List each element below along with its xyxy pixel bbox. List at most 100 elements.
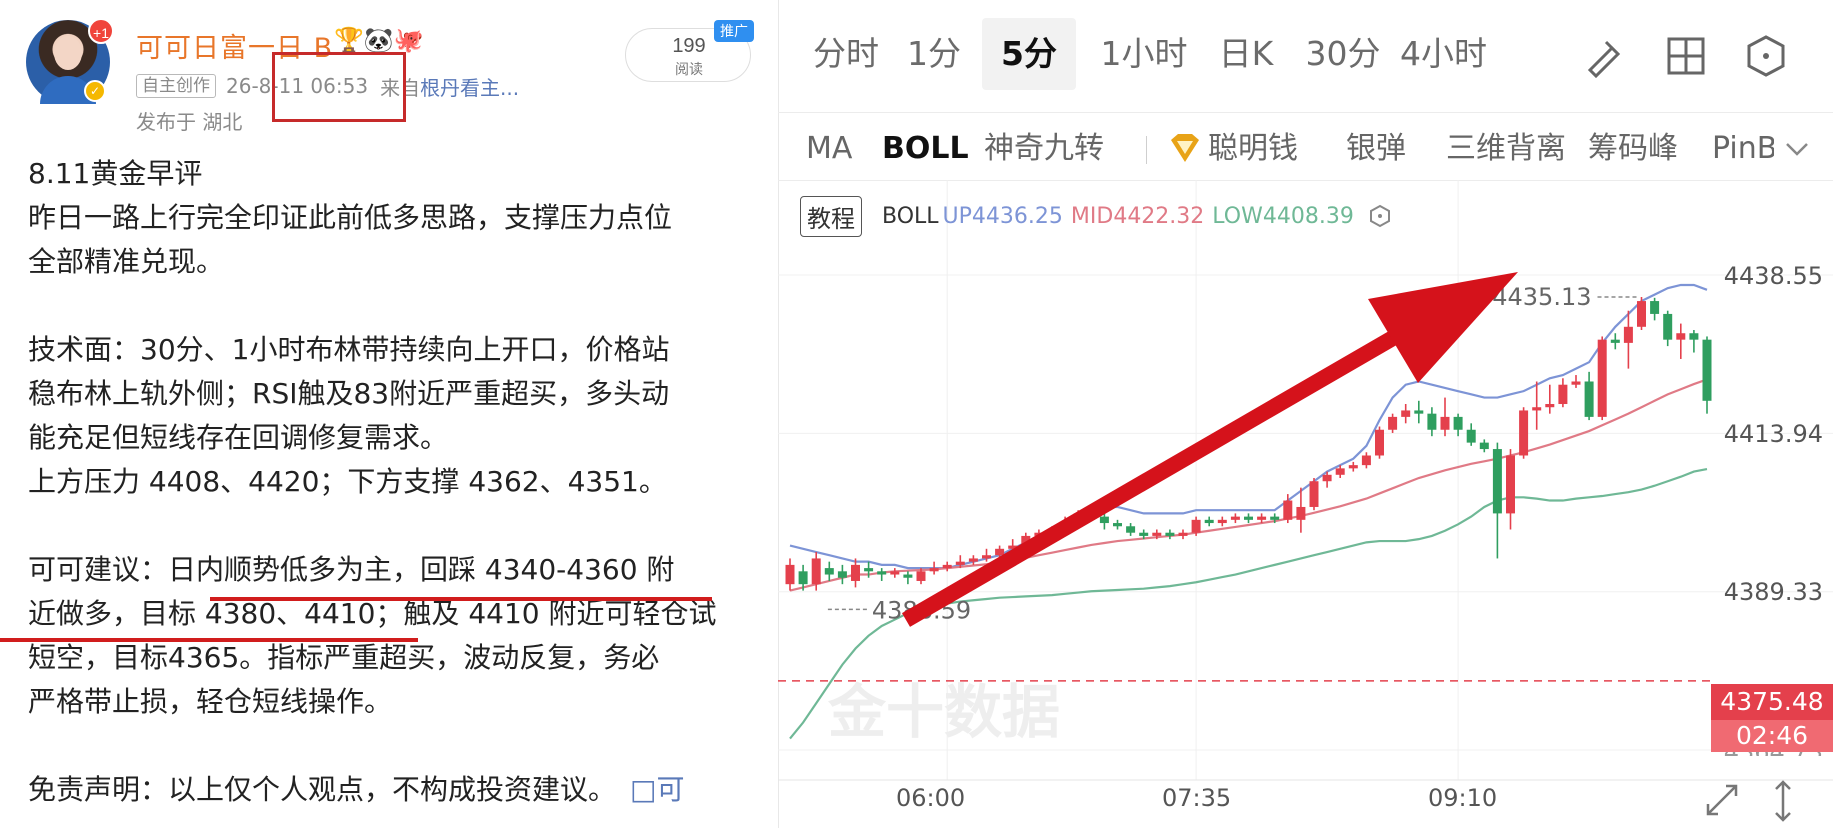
candle (1440, 397, 1450, 437)
post-panel: +1 ✓ 可可日富一日 B 🏆🐼🐙 自主创作 26-8-11 06:53 来自 … (0, 0, 778, 828)
candle-body (1309, 481, 1319, 507)
red-underline (0, 638, 418, 642)
candle (1532, 381, 1542, 430)
candle (1545, 384, 1555, 414)
candle (1126, 523, 1136, 536)
candle (1519, 407, 1529, 459)
notification-badge: +1 (88, 18, 114, 44)
candle (1375, 426, 1384, 459)
disclaimer: 免责声明：以上仅个人观点，不构成投资建议。 □可 (28, 768, 768, 812)
candle (1244, 513, 1253, 524)
tutorial-button[interactable]: 教程 (800, 195, 862, 237)
vertical-resize-icon[interactable] (1768, 778, 1798, 824)
candle-body (1492, 449, 1502, 514)
draw-icon[interactable] (1582, 34, 1626, 78)
candle-body (1479, 442, 1489, 450)
candle-body (1230, 516, 1240, 520)
candle (1506, 449, 1515, 530)
candle-body (1637, 301, 1646, 327)
candle (1689, 330, 1699, 353)
indicator-smart-money[interactable]: 聪明钱 (1208, 118, 1298, 180)
candle (877, 568, 887, 581)
boll-mid-line (789, 378, 1708, 592)
candle (824, 561, 834, 581)
candle (851, 558, 860, 588)
candle-body (1532, 407, 1542, 411)
candle (1479, 439, 1489, 453)
legend-low: LOW4408.39 (1212, 203, 1354, 229)
share-link[interactable]: □可 (630, 773, 684, 806)
candle (903, 571, 913, 585)
expand-icon[interactable] (1702, 780, 1742, 820)
candle (929, 561, 939, 575)
chevron-down-icon[interactable] (1784, 140, 1810, 158)
tab-30min[interactable]: 30分 (1296, 18, 1390, 90)
indicator-pinb[interactable]: PinB (1712, 118, 1774, 180)
candle (1584, 371, 1594, 421)
indicator-magic-nine[interactable]: 神奇九转 (984, 118, 1104, 180)
post-line: 稳布林上轨外侧；RSI触及83附近严重超买，多头动 (28, 377, 670, 410)
legend-settings-icon[interactable] (1368, 204, 1392, 228)
indicator-ma[interactable]: MA (806, 118, 852, 180)
candle-body (1361, 455, 1371, 466)
candle-body (1152, 532, 1162, 536)
tab-1hour[interactable]: 1小时 (1092, 18, 1196, 90)
trend-arrow (901, 272, 1518, 627)
candle-body (851, 564, 860, 581)
candle-body (837, 571, 847, 578)
ad-badge: 推广 (714, 20, 754, 42)
candle-body (1466, 429, 1476, 443)
post-line: 昨日一路上行完全印证此前低多思路，支撑压力点位 (28, 201, 673, 234)
candle-body (864, 568, 874, 572)
tab-fenshi[interactable]: 分时 (806, 18, 886, 90)
candle-body (1545, 404, 1555, 408)
candle-body (1506, 455, 1515, 514)
candle-body (1702, 339, 1712, 401)
candlestick-chart[interactable]: 金十数据 4435.134386.59 (778, 180, 1833, 828)
candle-body (1126, 526, 1136, 533)
candle (1597, 336, 1607, 421)
candle (1663, 310, 1673, 347)
tab-4hour[interactable]: 4小时 (1400, 18, 1494, 90)
source-link[interactable]: 根丹看主... (420, 72, 519, 101)
tab-1min[interactable]: 1分 (902, 18, 966, 90)
candle-body (995, 548, 1005, 556)
time-highlight-box (272, 52, 406, 122)
candle-body (1623, 326, 1633, 343)
candle-body (1322, 474, 1332, 482)
candle-body (1571, 381, 1581, 385)
indicator-chip-peak[interactable]: 筹码峰 (1588, 118, 1678, 180)
candle-body (1270, 516, 1280, 520)
tab-daily[interactable]: 日K (1212, 18, 1280, 90)
candle (1414, 400, 1424, 424)
candle (1427, 407, 1437, 437)
candle-body (890, 571, 900, 575)
candle-body (1217, 519, 1227, 524)
candle-body (1257, 516, 1267, 520)
candle-body (968, 558, 978, 562)
candle-body (1453, 416, 1463, 430)
candle-body (1244, 516, 1253, 520)
indicator-3d-divergence[interactable]: 三维背离 (1446, 118, 1566, 180)
author-avatar[interactable]: +1 ✓ (26, 18, 114, 104)
indicator-silver-bullet[interactable]: 银弹 (1346, 118, 1406, 180)
candle (1230, 513, 1240, 524)
indicator-boll[interactable]: BOLL (882, 118, 969, 180)
x-tick-label: 09:10 (1428, 784, 1498, 812)
post-line: 可可建议：日内顺势低多为主，回踩 4340-4360 附 (28, 553, 675, 586)
post-line: 严格带止损，轻仓短线操作。 (28, 685, 393, 718)
candle (1453, 413, 1463, 437)
current-price-tag: 4375.48 (1711, 684, 1833, 720)
candle-body (1191, 519, 1201, 533)
candle-body (1689, 333, 1699, 340)
boll-legend: 教程 BOLL UP4436.25 MID4422.32 LOW4408.39 (800, 195, 1392, 237)
settings-icon[interactable] (1744, 34, 1788, 78)
tab-5min[interactable]: 5分 (982, 18, 1076, 90)
grid-icon[interactable] (1664, 34, 1708, 78)
candle-body (1650, 301, 1660, 314)
indicator-divider (1146, 136, 1147, 164)
candle (1637, 297, 1646, 331)
candle (1165, 529, 1175, 540)
red-underline (210, 597, 712, 601)
candle (1623, 310, 1633, 369)
